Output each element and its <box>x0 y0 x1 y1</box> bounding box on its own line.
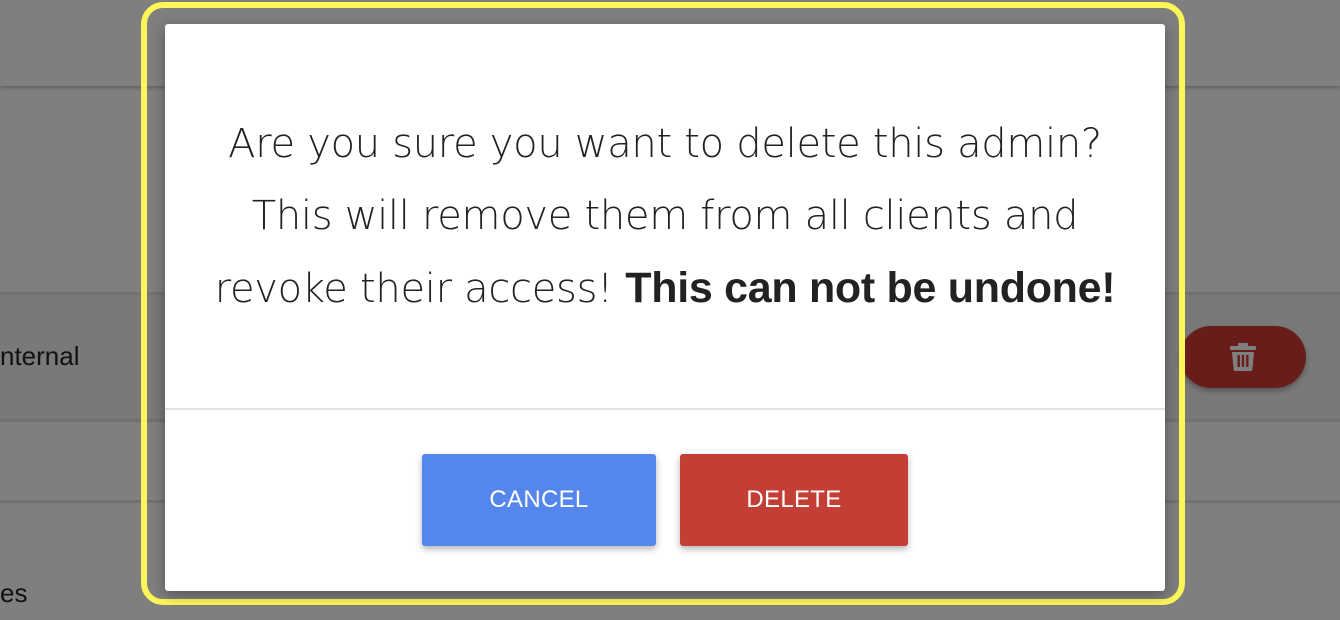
delete-button[interactable]: DELETE <box>680 454 908 546</box>
dialog-message: Are you sure you want to delete this adm… <box>195 108 1135 325</box>
cancel-button[interactable]: CANCEL <box>422 454 656 546</box>
dialog-footer: CANCEL DELETE <box>165 410 1165 591</box>
dialog-message-warning: This can not be undone! <box>625 263 1116 312</box>
page: nternal es Are you sure you want to dele… <box>0 0 1340 620</box>
confirm-delete-dialog: Are you sure you want to delete this adm… <box>165 24 1165 591</box>
dialog-body: Are you sure you want to delete this adm… <box>165 24 1165 408</box>
